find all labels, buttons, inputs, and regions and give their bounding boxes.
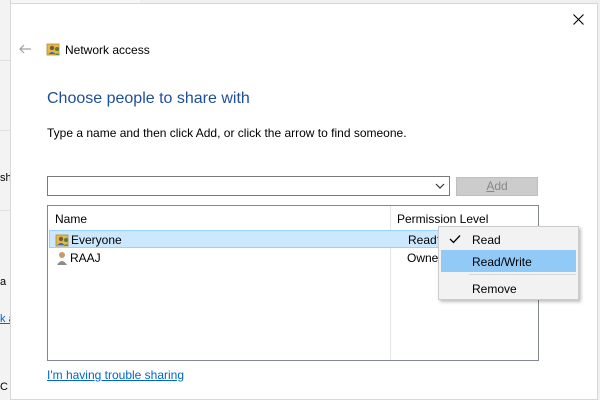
user-icon <box>57 252 67 265</box>
network-users-icon <box>46 43 60 56</box>
name-input[interactable] <box>50 178 434 196</box>
back-arrow-icon[interactable] <box>17 41 33 57</box>
menu-item-read[interactable]: Read <box>441 228 576 250</box>
background-divider <box>0 210 10 211</box>
trouble-sharing-link[interactable]: I'm having trouble sharing <box>47 368 184 382</box>
chevron-down-icon[interactable] <box>434 180 446 192</box>
column-header-permission[interactable]: Permission Level <box>397 212 488 226</box>
background-divider <box>0 130 10 131</box>
network-access-dialog: Network access Choose people to share wi… <box>10 3 598 400</box>
background-text: a <box>0 276 7 288</box>
menu-item-label: Read <box>472 233 501 247</box>
background-text: C <box>0 381 8 393</box>
row-name: Everyone <box>71 233 122 247</box>
menu-separator <box>469 274 576 275</box>
checkmark-icon <box>449 235 461 244</box>
background-link[interactable]: k a <box>0 313 10 325</box>
group-users-icon <box>55 234 69 247</box>
menu-item-remove[interactable]: Remove <box>441 277 576 299</box>
menu-item-label: Read/Write <box>472 255 532 269</box>
permission-dropdown-value[interactable]: Read <box>408 233 437 247</box>
name-combo-input[interactable] <box>47 176 450 196</box>
add-button-label: dd <box>494 179 508 193</box>
background-text: sh <box>0 172 10 184</box>
dialog-title: Network access <box>65 43 150 57</box>
column-header-name[interactable]: Name <box>55 212 87 226</box>
add-button[interactable]: Add <box>456 177 538 196</box>
background-divider <box>0 60 10 61</box>
close-button[interactable] <box>567 8 589 30</box>
instructions-text: Type a name and then click Add, or click… <box>47 126 407 140</box>
close-icon[interactable] <box>572 13 584 25</box>
row-name: RAAJ <box>70 251 101 265</box>
menu-item-read-write[interactable]: Read/Write <box>441 250 576 272</box>
page-heading: Choose people to share with <box>47 90 250 107</box>
permission-menu: Read Read/Write Remove <box>438 226 579 300</box>
menu-item-label: Remove <box>472 282 517 296</box>
